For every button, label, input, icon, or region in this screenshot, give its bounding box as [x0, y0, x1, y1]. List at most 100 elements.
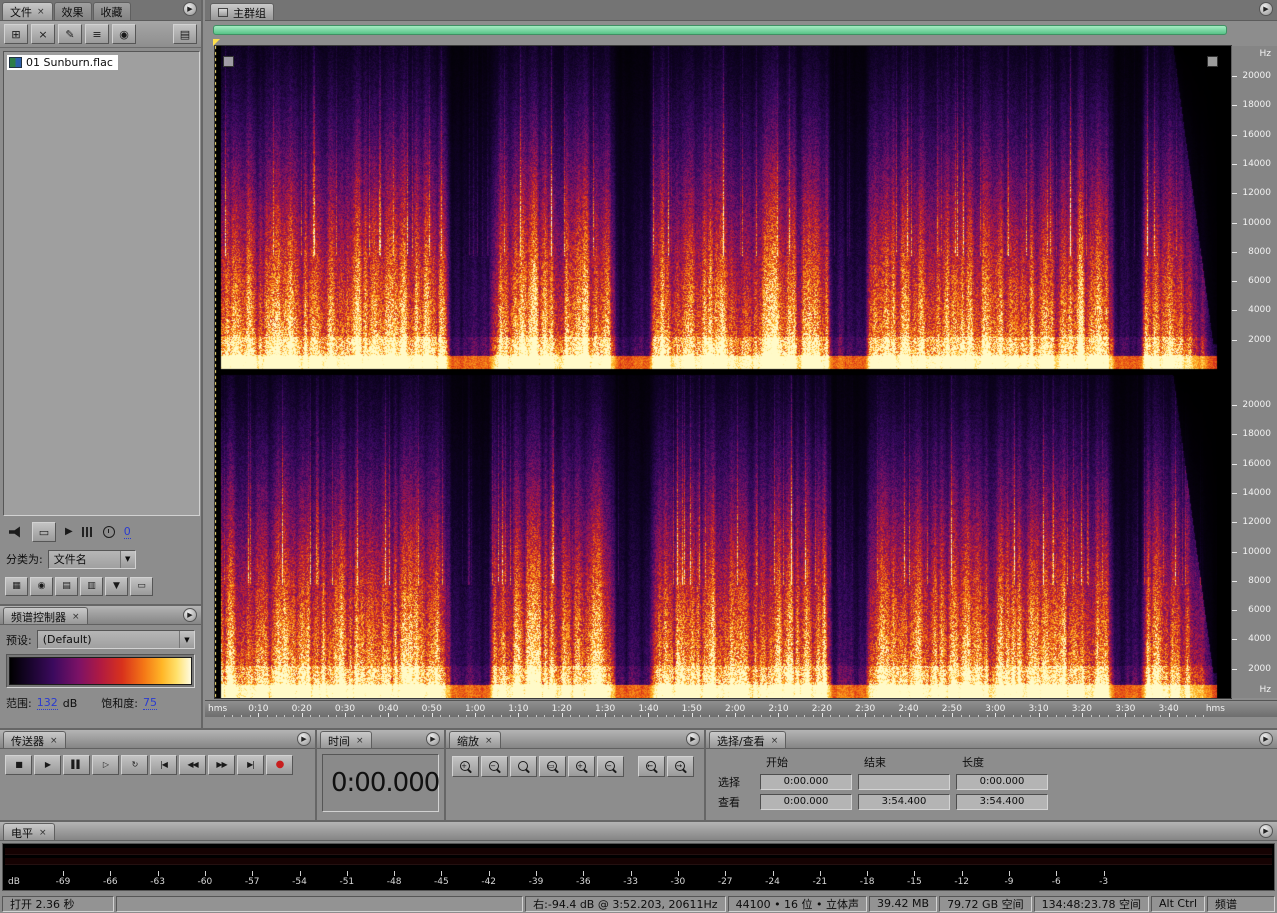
spectrogram-canvas[interactable] [214, 45, 1232, 699]
preview-play-icon[interactable]: ▶ [65, 527, 73, 537]
magnifier-modifier: ← [647, 761, 653, 770]
timeline-minor-tick [899, 715, 901, 717]
selection-length-field[interactable]: 0:00.000 [956, 773, 1048, 790]
group-tab-icon [218, 8, 228, 17]
filter-files-toggle[interactable]: ▼ [105, 576, 128, 596]
level-scale-label: -24 [765, 877, 780, 887]
zoom-to-left-of-selection-button[interactable]: ← [638, 756, 665, 777]
frequency-ruler[interactable]: Hz 20000 18000 16000 14000 12000 10000 8000 6000… [1231, 46, 1277, 698]
dropdown-arrow-icon[interactable]: ▼ [179, 631, 194, 648]
zoom-menu-button[interactable]: ▶ [686, 732, 700, 746]
file-list-item[interactable]: 01 Sunburn.flac [7, 55, 118, 70]
level-scale-label: -3 [1099, 877, 1109, 887]
main-group-tab[interactable]: 主群组 [210, 3, 274, 20]
close-panel-icon[interactable]: × [356, 736, 364, 746]
zoom-out-full-icon [517, 760, 531, 774]
zoom-to-right-of-selection-button[interactable]: → [667, 756, 694, 777]
play-from-cursor-button[interactable]: ▷ [92, 755, 119, 775]
status-bar: 打开 2.36 秒 右:-94.4 dB @ 3:52.203, 20611Hz… [0, 894, 1277, 913]
time-tab[interactable]: 时间 × [320, 731, 372, 748]
transport-menu-button[interactable]: ▶ [297, 732, 311, 746]
zoom-out-vertical-button[interactable]: − [597, 756, 624, 777]
timeline-minor-tick [1142, 715, 1144, 717]
timeline-minor-tick [501, 715, 503, 717]
time-menu-button[interactable]: ▶ [426, 732, 440, 746]
range-value[interactable]: 132 [36, 696, 58, 710]
close-panel-icon[interactable]: × [50, 736, 58, 746]
selection-end-field[interactable] [858, 773, 950, 790]
selection-menu-button[interactable]: ▶ [1259, 732, 1273, 746]
rewind-button[interactable]: ◀◀ [179, 755, 206, 775]
time-display[interactable]: 0:00.000 [322, 754, 440, 812]
zoom-out-horizontal-button[interactable]: − [481, 756, 508, 777]
files-panel-tab-3[interactable]: 收藏 [92, 2, 131, 20]
level-scale-label: -66 [102, 877, 118, 887]
selection-tab[interactable]: 选择/查看 × [709, 731, 787, 748]
spectral-palette-gradient[interactable] [9, 657, 192, 685]
spectral-panel-menu-button[interactable]: ▶ [183, 608, 197, 622]
zoom-in-vertical-button[interactable]: + [568, 756, 595, 777]
close-tab-icon[interactable]: × [37, 7, 45, 17]
view-length-field[interactable]: 3:54.400 [956, 793, 1048, 810]
stop-button[interactable]: ■ [5, 755, 32, 775]
sort-dropdown[interactable]: 文件名 ▼ [47, 549, 136, 569]
insert-into-cd-button[interactable]: ◉ [112, 24, 136, 44]
files-panel-tab-2[interactable]: 效果 [53, 2, 92, 20]
record-button[interactable]: ● [266, 755, 293, 775]
show-loop-files-toggle[interactable]: ◉ [30, 576, 53, 596]
auto-play-speaker-icon[interactable] [9, 526, 20, 538]
main-panel-menu-button[interactable]: ▶ [1259, 2, 1273, 16]
view-start-field[interactable]: 0:00.000 [760, 793, 852, 810]
level-scale-tick [772, 871, 774, 876]
fast-forward-button[interactable]: ▶▶ [208, 755, 235, 775]
spectrogram-right-handle[interactable] [1207, 56, 1218, 67]
dropdown-arrow-icon[interactable]: ▼ [119, 550, 135, 568]
transport-buttons: ■ ▶ ▌▌ ▷ ↻ |◀ ◀◀ ▶▶ ▶| ● [0, 749, 315, 781]
timeline-ruler[interactable]: hms hms 0:10 0:20 0:30 0:40 0:50 1:00 1:10 1:20… [205, 700, 1277, 717]
insert-into-multitrack-button[interactable]: ≡ [85, 24, 109, 44]
show-session-files-toggle[interactable]: ▥ [80, 576, 103, 596]
show-audio-files-toggle[interactable]: ▦ [5, 576, 28, 596]
close-file-button[interactable]: × [31, 24, 55, 44]
close-panel-icon[interactable]: × [771, 736, 779, 746]
playhead-marker[interactable] [213, 39, 220, 46]
level-meter[interactable]: dB -69 -66 -63 -60 -57 -54 -51 -48 -45 -42 -39 -36 -… [2, 843, 1275, 891]
level-scale-label: -42 [481, 877, 497, 887]
timeline-minor-tick [483, 715, 485, 717]
play-looped-button[interactable]: ↻ [121, 755, 148, 775]
files-options-button[interactable]: ▤ [173, 24, 197, 44]
transport-tab[interactable]: 传送器 × [3, 731, 66, 748]
zoom-in-horizontal-button[interactable]: + [452, 756, 479, 777]
saturation-value[interactable]: 75 [142, 696, 157, 710]
go-to-beginning-button[interactable]: |◀ [150, 755, 177, 775]
view-end-field[interactable]: 3:54.400 [858, 793, 950, 810]
show-video-files-toggle[interactable]: ▤ [55, 576, 78, 596]
loop-preview-button[interactable]: ▭ [32, 522, 56, 542]
files-panel-menu-button[interactable]: ▶ [183, 2, 197, 16]
preset-dropdown[interactable]: (Default) ▼ [36, 630, 195, 649]
zoom-to-selection-button[interactable]: ▭ [539, 756, 566, 777]
play-button[interactable]: ▶ [34, 755, 61, 775]
close-panel-icon[interactable]: × [485, 736, 493, 746]
horizontal-scrollbar[interactable] [213, 25, 1227, 35]
levels-menu-button[interactable]: ▶ [1259, 824, 1273, 838]
frequency-tick-label: 2000 [1248, 334, 1271, 345]
zoom-out-full-button[interactable] [510, 756, 537, 777]
zoom-tab[interactable]: 缩放 × [449, 731, 501, 748]
go-to-end-button[interactable]: ▶| [237, 755, 264, 775]
show-full-path-toggle[interactable]: ▭ [130, 576, 153, 596]
levels-tab[interactable]: 电平 × [3, 823, 55, 840]
preview-clock-icon[interactable] [102, 526, 115, 538]
import-file-button[interactable]: ⊞ [4, 24, 28, 44]
pause-button[interactable]: ▌▌ [63, 755, 90, 775]
close-panel-icon[interactable]: × [72, 612, 80, 622]
files-panel-tab-1[interactable]: 文件 × [2, 2, 53, 20]
preview-volume-icon[interactable] [81, 527, 94, 537]
preview-volume-value[interactable]: 0 [123, 525, 131, 539]
file-list[interactable]: 01 Sunburn.flac [3, 51, 200, 516]
close-panel-icon[interactable]: × [39, 828, 47, 838]
spectrogram-left-handle[interactable] [223, 56, 234, 67]
edit-file-button[interactable]: ✎ [58, 24, 82, 44]
spectral-panel-tab[interactable]: 频谱控制器 × [3, 607, 88, 624]
selection-start-field[interactable]: 0:00.000 [760, 773, 852, 790]
